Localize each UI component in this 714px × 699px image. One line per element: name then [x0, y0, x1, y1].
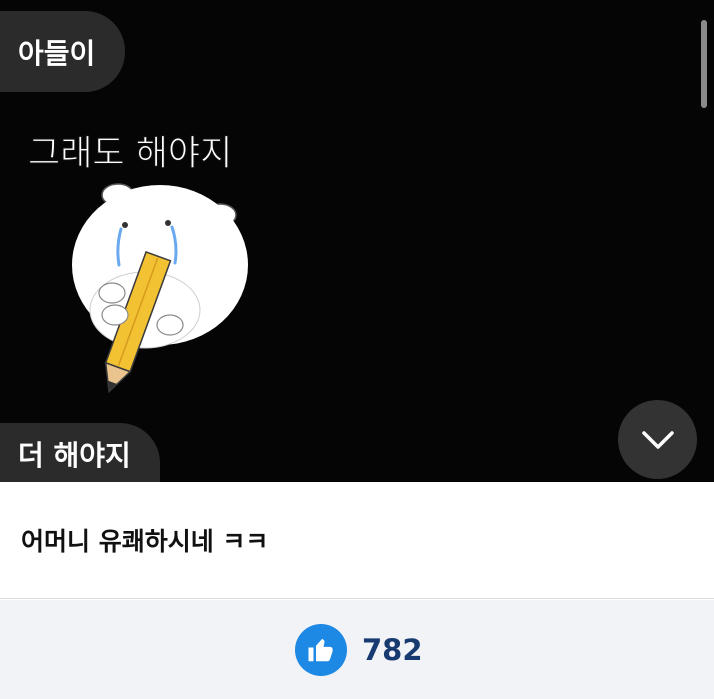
like-button[interactable]	[295, 624, 347, 676]
reaction-bar	[0, 600, 714, 699]
scrollbar[interactable]	[701, 20, 707, 108]
chevron-down-icon	[641, 430, 674, 449]
post-caption-text: 어머니 유쾌하시네 ㅋㅋ	[21, 527, 269, 556]
scroll-down-button[interactable]	[618, 400, 697, 479]
sticker-text: 그래도 해야지	[28, 134, 232, 174]
sticker-image: 그래도 해야지	[28, 134, 248, 394]
chat-bubble-bottom-text: 더 해야지	[18, 439, 131, 472]
chat-bubble-top: 아들이	[0, 11, 125, 92]
thumbs-up-icon	[308, 638, 333, 662]
like-count: 782	[362, 633, 423, 667]
chat-bubble-bottom: 더 해야지	[0, 423, 160, 482]
chat-screenshot: 아들이 그래도 해야지 더 해야지	[0, 0, 714, 482]
post-caption: 어머니 유쾌하시네 ㅋㅋ	[0, 482, 714, 599]
chat-bubble-top-text: 아들이	[18, 36, 96, 70]
